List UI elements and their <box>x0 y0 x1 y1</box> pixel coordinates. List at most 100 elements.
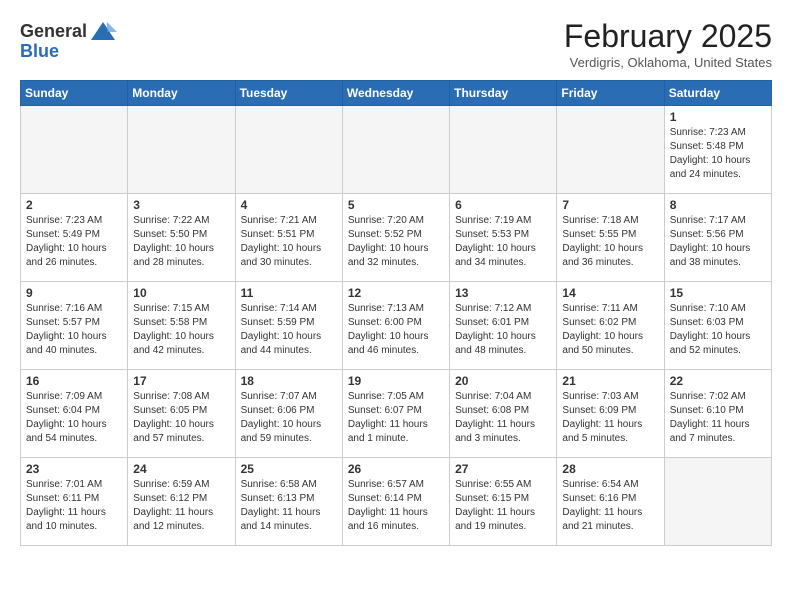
day-cell: 20 Sunrise: 7:04 AM Sunset: 6:08 PM Dayli… <box>450 370 557 458</box>
week-row-2: 2 Sunrise: 7:23 AM Sunset: 5:49 PM Daylig… <box>21 194 772 282</box>
day-info: Sunrise: 7:23 AM Sunset: 5:49 PM Dayligh… <box>26 214 122 270</box>
day-info: Sunrise: 6:55 AM Sunset: 6:15 PM Dayligh… <box>455 478 551 534</box>
day-cell: 16 Sunrise: 7:09 AM Sunset: 6:04 PM Dayli… <box>21 370 128 458</box>
day-cell: 17 Sunrise: 7:08 AM Sunset: 6:05 PM Dayli… <box>128 370 235 458</box>
day-cell: 12Sunrise: 7:13 AM Sunset: 6:00 PM Dayli… <box>342 282 449 370</box>
day-cell: 10 Sunrise: 7:15 AM Sunset: 5:58 PM Dayli… <box>128 282 235 370</box>
day-info: Sunrise: 7:22 AM Sunset: 5:50 PM Dayligh… <box>133 214 229 270</box>
day-number: 7 <box>562 198 658 212</box>
weekday-header-tuesday: Tuesday <box>235 81 342 106</box>
day-info: Sunrise: 7:02 AM Sunset: 6:10 PM Dayligh… <box>670 390 766 446</box>
day-number: 10 <box>133 286 229 300</box>
day-info: Sunrise: 7:19 AM Sunset: 5:53 PM Dayligh… <box>455 214 551 270</box>
day-cell: 23 Sunrise: 7:01 AM Sunset: 6:11 PM Dayli… <box>21 458 128 546</box>
day-number: 21 <box>562 374 658 388</box>
day-cell: 2 Sunrise: 7:23 AM Sunset: 5:49 PM Daylig… <box>21 194 128 282</box>
day-info: Sunrise: 6:54 AM Sunset: 6:16 PM Dayligh… <box>562 478 658 534</box>
day-cell: 11Sunrise: 7:14 AM Sunset: 5:59 PM Dayli… <box>235 282 342 370</box>
day-number: 9 <box>26 286 122 300</box>
week-row-1: 1 Sunrise: 7:23 AM Sunset: 5:48 PM Daylig… <box>21 106 772 194</box>
day-info: Sunrise: 7:13 AM Sunset: 6:00 PM Dayligh… <box>348 302 444 358</box>
day-info: Sunrise: 7:03 AM Sunset: 6:09 PM Dayligh… <box>562 390 658 446</box>
day-cell <box>557 106 664 194</box>
day-info: Sunrise: 7:10 AM Sunset: 6:03 PM Dayligh… <box>670 302 766 358</box>
day-cell: 28Sunrise: 6:54 AM Sunset: 6:16 PM Dayli… <box>557 458 664 546</box>
day-info: Sunrise: 7:04 AM Sunset: 6:08 PM Dayligh… <box>455 390 551 446</box>
day-info: Sunrise: 7:16 AM Sunset: 5:57 PM Dayligh… <box>26 302 122 358</box>
weekday-header-saturday: Saturday <box>664 81 771 106</box>
day-cell <box>342 106 449 194</box>
weekday-header-monday: Monday <box>128 81 235 106</box>
day-number: 13 <box>455 286 551 300</box>
day-number: 20 <box>455 374 551 388</box>
weekday-header-row: SundayMondayTuesdayWednesdayThursdayFrid… <box>21 81 772 106</box>
day-cell: 6 Sunrise: 7:19 AM Sunset: 5:53 PM Daylig… <box>450 194 557 282</box>
day-number: 5 <box>348 198 444 212</box>
day-number: 23 <box>26 462 122 476</box>
day-number: 15 <box>670 286 766 300</box>
week-row-5: 23 Sunrise: 7:01 AM Sunset: 6:11 PM Dayli… <box>21 458 772 546</box>
day-number: 25 <box>241 462 337 476</box>
logo-icon <box>89 18 117 46</box>
day-info: Sunrise: 7:23 AM Sunset: 5:48 PM Dayligh… <box>670 126 766 182</box>
day-number: 6 <box>455 198 551 212</box>
day-cell: 25Sunrise: 6:58 AM Sunset: 6:13 PM Dayli… <box>235 458 342 546</box>
day-number: 1 <box>670 110 766 124</box>
day-info: Sunrise: 7:18 AM Sunset: 5:55 PM Dayligh… <box>562 214 658 270</box>
day-info: Sunrise: 7:05 AM Sunset: 6:07 PM Dayligh… <box>348 390 444 446</box>
week-row-3: 9 Sunrise: 7:16 AM Sunset: 5:57 PM Daylig… <box>21 282 772 370</box>
day-number: 14 <box>562 286 658 300</box>
day-cell: 21 Sunrise: 7:03 AM Sunset: 6:09 PM Dayli… <box>557 370 664 458</box>
day-number: 2 <box>26 198 122 212</box>
day-info: Sunrise: 7:12 AM Sunset: 6:01 PM Dayligh… <box>455 302 551 358</box>
day-info: Sunrise: 7:09 AM Sunset: 6:04 PM Dayligh… <box>26 390 122 446</box>
day-info: Sunrise: 7:17 AM Sunset: 5:56 PM Dayligh… <box>670 214 766 270</box>
day-info: Sunrise: 7:08 AM Sunset: 6:05 PM Dayligh… <box>133 390 229 446</box>
weekday-header-thursday: Thursday <box>450 81 557 106</box>
logo: General Blue <box>20 18 117 62</box>
day-cell: 15 Sunrise: 7:10 AM Sunset: 6:03 PM Dayli… <box>664 282 771 370</box>
weekday-header-wednesday: Wednesday <box>342 81 449 106</box>
location: Verdigris, Oklahoma, United States <box>564 55 772 70</box>
day-number: 4 <box>241 198 337 212</box>
month-title: February 2025 <box>564 18 772 55</box>
title-block: February 2025 Verdigris, Oklahoma, Unite… <box>564 18 772 70</box>
logo-general-text: General <box>20 22 87 42</box>
day-cell: 26Sunrise: 6:57 AM Sunset: 6:14 PM Dayli… <box>342 458 449 546</box>
day-info: Sunrise: 7:07 AM Sunset: 6:06 PM Dayligh… <box>241 390 337 446</box>
day-cell: 14 Sunrise: 7:11 AM Sunset: 6:02 PM Dayli… <box>557 282 664 370</box>
day-cell <box>235 106 342 194</box>
day-info: Sunrise: 7:11 AM Sunset: 6:02 PM Dayligh… <box>562 302 658 358</box>
day-cell: 4Sunrise: 7:21 AM Sunset: 5:51 PM Daylig… <box>235 194 342 282</box>
weekday-header-friday: Friday <box>557 81 664 106</box>
day-cell: 5Sunrise: 7:20 AM Sunset: 5:52 PM Daylig… <box>342 194 449 282</box>
day-cell: 22 Sunrise: 7:02 AM Sunset: 6:10 PM Dayli… <box>664 370 771 458</box>
day-cell: 19 Sunrise: 7:05 AM Sunset: 6:07 PM Dayli… <box>342 370 449 458</box>
day-number: 22 <box>670 374 766 388</box>
calendar: SundayMondayTuesdayWednesdayThursdayFrid… <box>20 80 772 546</box>
day-number: 11 <box>241 286 337 300</box>
day-cell: 8Sunrise: 7:17 AM Sunset: 5:56 PM Daylig… <box>664 194 771 282</box>
page: General Blue February 2025 Verdigris, Ok… <box>0 0 792 558</box>
week-row-4: 16 Sunrise: 7:09 AM Sunset: 6:04 PM Dayli… <box>21 370 772 458</box>
day-number: 19 <box>348 374 444 388</box>
day-cell: 3 Sunrise: 7:22 AM Sunset: 5:50 PM Daylig… <box>128 194 235 282</box>
day-info: Sunrise: 7:01 AM Sunset: 6:11 PM Dayligh… <box>26 478 122 534</box>
logo-blue-text: Blue <box>20 41 59 61</box>
day-number: 17 <box>133 374 229 388</box>
day-cell <box>664 458 771 546</box>
day-cell <box>450 106 557 194</box>
day-cell: 13 Sunrise: 7:12 AM Sunset: 6:01 PM Dayli… <box>450 282 557 370</box>
day-info: Sunrise: 6:57 AM Sunset: 6:14 PM Dayligh… <box>348 478 444 534</box>
day-info: Sunrise: 6:59 AM Sunset: 6:12 PM Dayligh… <box>133 478 229 534</box>
day-number: 16 <box>26 374 122 388</box>
day-cell: 24Sunrise: 6:59 AM Sunset: 6:12 PM Dayli… <box>128 458 235 546</box>
day-cell: 18Sunrise: 7:07 AM Sunset: 6:06 PM Dayli… <box>235 370 342 458</box>
day-cell: 1 Sunrise: 7:23 AM Sunset: 5:48 PM Daylig… <box>664 106 771 194</box>
day-info: Sunrise: 7:15 AM Sunset: 5:58 PM Dayligh… <box>133 302 229 358</box>
day-cell <box>21 106 128 194</box>
day-cell: 9 Sunrise: 7:16 AM Sunset: 5:57 PM Daylig… <box>21 282 128 370</box>
day-cell: 27Sunrise: 6:55 AM Sunset: 6:15 PM Dayli… <box>450 458 557 546</box>
day-cell <box>128 106 235 194</box>
day-number: 3 <box>133 198 229 212</box>
